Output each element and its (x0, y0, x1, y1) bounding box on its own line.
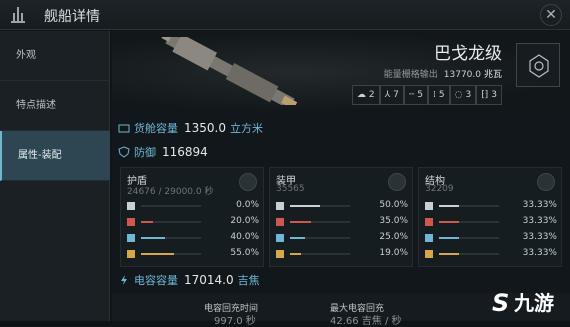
thermal-resist-icon (127, 218, 135, 226)
rig-slot-icon: ⁞ (433, 90, 436, 100)
capacitor-row: 电容容量 17014.0 吉焦 (118, 271, 260, 289)
resist-fill (290, 221, 311, 223)
resist-row: 20.0% (127, 216, 259, 228)
cargo-label: 货舱容量 (134, 122, 178, 135)
sidebar-item-attributes[interactable]: 属性-装配 (0, 131, 110, 181)
resist-fill (439, 253, 459, 255)
resist-row: 25.0% (276, 232, 408, 244)
cargo-icon (118, 124, 130, 133)
svg-text:九游: 九游 (513, 291, 554, 315)
faction-emblem[interactable] (516, 43, 560, 87)
explosive-resist-icon (276, 250, 284, 258)
slot-low: ╌ 5 (403, 85, 429, 105)
resist-row: 33.33% (425, 232, 557, 244)
shield-icon (239, 173, 257, 191)
capacitor-value: 17014.0 (184, 273, 234, 287)
armor-panel: 装甲 35565 50.0% 35.0% 25.0% 19.0% (269, 167, 413, 267)
slot-mid: ⅄ 7 (379, 85, 404, 105)
shield-panel: 护盾 24676 / 29000.0 秒 0.0% 20.0% 40.0% 55… (120, 167, 264, 267)
recharge-time-value: 997.0 秒 (214, 316, 256, 327)
resist-fill (439, 237, 459, 239)
drone-icon: ⁅⁆ (481, 90, 489, 100)
app-logo-icon (11, 7, 25, 23)
close-button[interactable]: ✕ (540, 4, 562, 26)
resist-row: 50.0% (276, 200, 408, 212)
power-grid-line: 能量栅格输出 13770.0 兆瓦 (384, 67, 502, 80)
thermal-resist-icon (425, 218, 433, 226)
sidebar-item-appearance[interactable]: 外观 (0, 31, 110, 81)
slot-summary: ☁ 2 ⅄ 7 ╌ 5 ⁞ 5 ◌ 3 ⁅⁆ 3 (351, 85, 502, 105)
resist-fill (439, 221, 459, 223)
resist-fill (290, 253, 302, 255)
resist-row: 33.33% (425, 200, 557, 212)
cargo-row: 货舱容量 1350.0 立方米 (118, 119, 263, 137)
sidebar-item-description[interactable]: 特点描述 (0, 81, 110, 131)
slot-rig: ⁞ 5 (428, 85, 450, 105)
resist-row: 33.33% (425, 216, 557, 228)
title-bar: 舰船详情 ✕ (0, 0, 570, 30)
defense-value: 116894 (162, 145, 208, 159)
kinetic-resist-icon (127, 234, 135, 242)
power-grid-value: 13770.0 (443, 70, 481, 80)
cargo-value: 1350.0 (184, 121, 226, 135)
resist-fill (141, 253, 174, 255)
sidebar: 外观 特点描述 属性-装配 (0, 31, 110, 321)
resist-row: 35.0% (276, 216, 408, 228)
power-grid-label: 能量栅格输出 (383, 70, 438, 80)
structure-sub: 32209 (425, 184, 454, 194)
cargo-unit: 立方米 (230, 122, 263, 135)
capacitor-unit: 吉焦 (237, 274, 260, 287)
slot-drone: ⁅⁆ 3 (476, 85, 502, 105)
slot-high: ☁ 2 (351, 85, 380, 105)
explosive-resist-icon (425, 250, 433, 258)
resist-fill (290, 205, 320, 207)
page-title: 舰船详情 (44, 9, 100, 25)
watermark-logo: S 九游 (488, 285, 568, 319)
slot-subsystem: ◌ 3 (449, 85, 477, 105)
resist-fill (439, 205, 459, 207)
structure-panel: 结构 32209 33.33% 33.33% 33.33% 33.33% (418, 167, 562, 267)
thermal-resist-icon (276, 218, 284, 226)
power-grid-unit: 兆瓦 (483, 70, 502, 80)
resist-row: 33.33% (425, 248, 557, 260)
high-slot-icon: ☁ (356, 90, 366, 100)
shield-sub: 24676 / 29000.0 秒 (127, 187, 214, 197)
em-resist-icon (127, 202, 135, 210)
ship-name: 巴戈龙级 (434, 44, 502, 64)
ship-hero: 巴戈龙级 能量栅格输出 13770.0 兆瓦 ☁ 2 ⅄ 7 ╌ 5 ⁞ 5 ◌ 3 ⁅⁆ 3 (112, 31, 570, 113)
armor-icon (388, 173, 406, 191)
resist-fill (290, 237, 305, 239)
low-slot-icon: ╌ (408, 90, 415, 100)
max-recharge-value: 42.66 吉焦 / 秒 (330, 316, 402, 327)
explosive-resist-icon (127, 250, 135, 258)
kinetic-resist-icon (276, 234, 284, 242)
resist-fill (141, 237, 165, 239)
emblem-icon (529, 54, 549, 78)
resist-fill (141, 221, 153, 223)
capacitor-label: 电容容量 (134, 274, 178, 287)
capacitor-icon (121, 275, 127, 285)
defense-icon (118, 146, 130, 158)
defense-row: 防御 116894 (118, 143, 208, 161)
resist-row: 0.0% (127, 200, 259, 212)
em-resist-icon (425, 202, 433, 210)
structure-icon (537, 173, 555, 191)
resist-row: 55.0% (127, 248, 259, 260)
resist-row: 40.0% (127, 232, 259, 244)
em-resist-icon (276, 202, 284, 210)
kinetic-resist-icon (425, 234, 433, 242)
svg-text:S: S (492, 289, 509, 317)
main-panel: 巴戈龙级 能量栅格输出 13770.0 兆瓦 ☁ 2 ⅄ 7 ╌ 5 ⁞ 5 ◌ 3 ⁅⁆ 3 … (112, 31, 570, 327)
mid-slot-icon: ⅄ (384, 90, 391, 100)
ship-image (161, 37, 298, 105)
defense-label: 防御 (134, 146, 156, 159)
armor-sub: 35565 (276, 184, 305, 194)
resist-row: 19.0% (276, 248, 408, 260)
subsystem-icon: ◌ (454, 90, 463, 100)
